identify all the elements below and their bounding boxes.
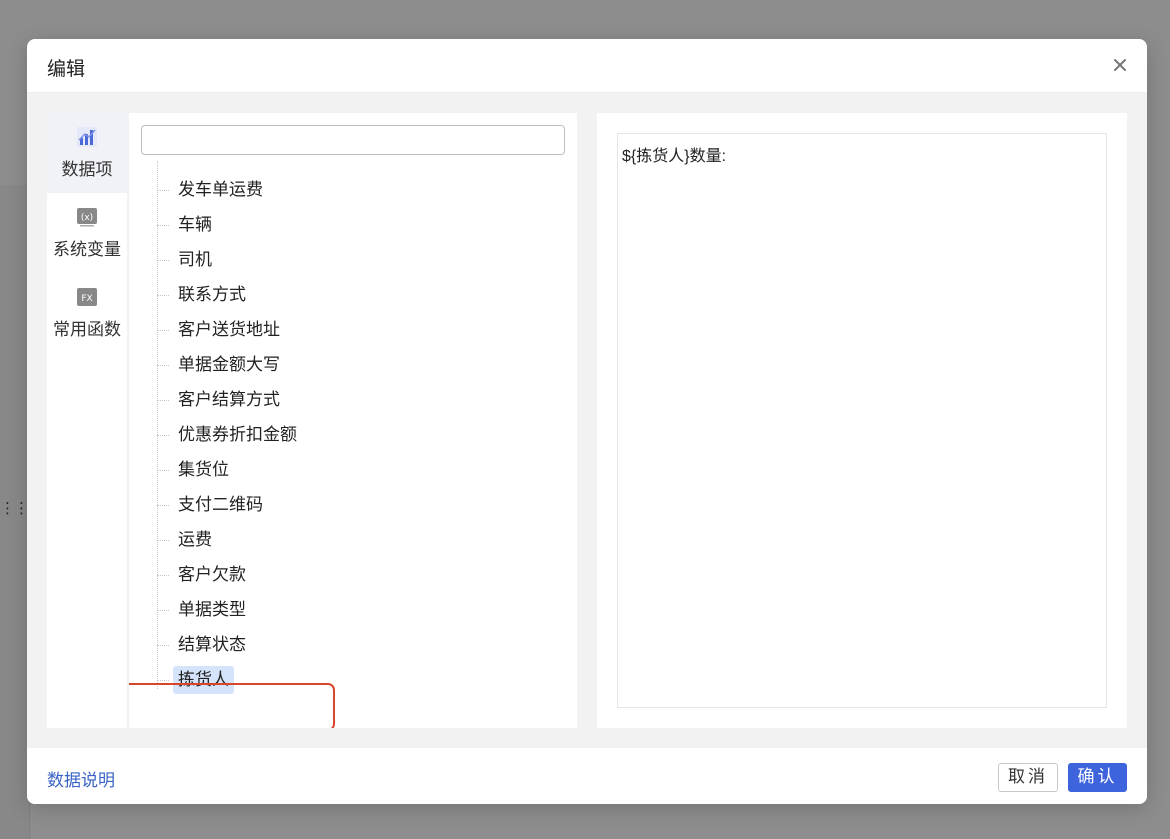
tree-item-label: 运费 bbox=[178, 530, 212, 550]
tree-item[interactable]: 支付二维码 bbox=[157, 488, 557, 523]
tree-branch bbox=[157, 435, 169, 436]
tree-branch bbox=[157, 260, 169, 261]
tree-item[interactable]: 优惠券折扣金额 bbox=[157, 418, 557, 453]
tree-item[interactable]: 客户欠款 bbox=[157, 558, 557, 593]
tree-item[interactable]: 运费 bbox=[157, 523, 557, 558]
tree-item[interactable]: 车辆 bbox=[157, 208, 557, 243]
function-icon: FX bbox=[77, 288, 97, 306]
tree-item[interactable]: 单据类型 bbox=[157, 593, 557, 628]
tree-item-label: 车辆 bbox=[178, 215, 212, 235]
tree-item-label: 联系方式 bbox=[178, 285, 246, 305]
svg-text:FX: FX bbox=[81, 294, 92, 304]
tree-item[interactable]: 集货位 bbox=[157, 453, 557, 488]
chart-icon bbox=[77, 127, 97, 147]
tree-item-label: 客户送货地址 bbox=[178, 320, 280, 340]
tree-branch bbox=[157, 190, 169, 191]
tree-branch bbox=[157, 225, 169, 226]
tree-item-label: 优惠券折扣金额 bbox=[178, 425, 297, 445]
expression-editor[interactable]: ${拣货人}数量: bbox=[617, 133, 1107, 708]
tree-branch bbox=[157, 610, 169, 611]
drag-handle-icon: ⋮⋮ bbox=[0, 499, 29, 517]
edit-dialog: 编辑 数据项 (x) 系统变量 FX 常用函数 发车单运费 车辆 司机 联系方式… bbox=[27, 39, 1147, 804]
tree-branch bbox=[157, 505, 169, 506]
tree-panel: 发车单运费 车辆 司机 联系方式 客户送货地址 单据金额大写 客户结算方式 优惠… bbox=[129, 113, 577, 728]
editor-panel: ${拣货人}数量: bbox=[597, 113, 1127, 728]
tree-list: 发车单运费 车辆 司机 联系方式 客户送货地址 单据金额大写 客户结算方式 优惠… bbox=[129, 161, 577, 728]
tree-branch bbox=[157, 365, 169, 366]
svg-text:(x): (x) bbox=[81, 213, 93, 223]
tree-item[interactable]: 单据金额大写 bbox=[157, 348, 557, 383]
confirm-button[interactable]: 确认 bbox=[1068, 763, 1127, 792]
tree-item-label: 客户结算方式 bbox=[178, 390, 280, 410]
nav-item-system-variables[interactable]: (x) 系统变量 bbox=[47, 193, 127, 273]
annotation-highlight-box bbox=[129, 683, 335, 728]
tree-item-label: 单据类型 bbox=[178, 600, 246, 620]
tree-branch bbox=[157, 680, 169, 681]
tree-item[interactable]: 司机 bbox=[157, 243, 557, 278]
nav-label: 常用函数 bbox=[53, 320, 121, 340]
tree-branch bbox=[157, 400, 169, 401]
nav-item-data-items[interactable]: 数据项 bbox=[47, 113, 127, 193]
tree-branch bbox=[157, 540, 169, 541]
nav-label: 数据项 bbox=[61, 160, 113, 180]
dialog-footer: 数据说明 取消 确认 bbox=[27, 748, 1147, 804]
data-description-link[interactable]: 数据说明 bbox=[47, 766, 115, 791]
dialog-header: 编辑 bbox=[27, 39, 1147, 93]
left-nav: 数据项 (x) 系统变量 FX 常用函数 bbox=[47, 113, 127, 728]
tree-item-label: 客户欠款 bbox=[178, 565, 246, 585]
tree-item[interactable]: 结算状态 bbox=[157, 628, 557, 663]
tree-item-label: 支付二维码 bbox=[178, 495, 263, 515]
nav-label: 系统变量 bbox=[53, 240, 121, 260]
dialog-title: 编辑 bbox=[47, 58, 86, 80]
tree-item-label: 集货位 bbox=[178, 460, 229, 480]
tree-item-partial bbox=[157, 161, 557, 173]
tree-item-label: 结算状态 bbox=[178, 635, 246, 655]
tree-branch bbox=[157, 330, 169, 331]
tree-branch bbox=[157, 295, 169, 296]
tree-item[interactable]: 发车单运费 bbox=[157, 173, 557, 208]
close-icon[interactable] bbox=[1109, 54, 1131, 76]
tree-item[interactable]: 联系方式 bbox=[157, 278, 557, 313]
tree-branch bbox=[157, 645, 169, 646]
tree-branch bbox=[157, 575, 169, 576]
tree-item-label: 司机 bbox=[178, 250, 212, 270]
nav-item-common-functions[interactable]: FX 常用函数 bbox=[47, 273, 127, 353]
tree-item[interactable]: 客户送货地址 bbox=[157, 313, 557, 348]
tree-item[interactable]: 客户结算方式 bbox=[157, 383, 557, 418]
cancel-button[interactable]: 取消 bbox=[998, 763, 1058, 792]
tree-branch bbox=[157, 470, 169, 471]
variable-icon: (x) bbox=[77, 208, 97, 227]
tree-item-label: 单据金额大写 bbox=[178, 355, 280, 375]
search-input[interactable] bbox=[141, 125, 565, 155]
tree-item-label: 发车单运费 bbox=[178, 180, 263, 200]
dialog-body: 数据项 (x) 系统变量 FX 常用函数 发车单运费 车辆 司机 联系方式 客户… bbox=[27, 93, 1147, 748]
